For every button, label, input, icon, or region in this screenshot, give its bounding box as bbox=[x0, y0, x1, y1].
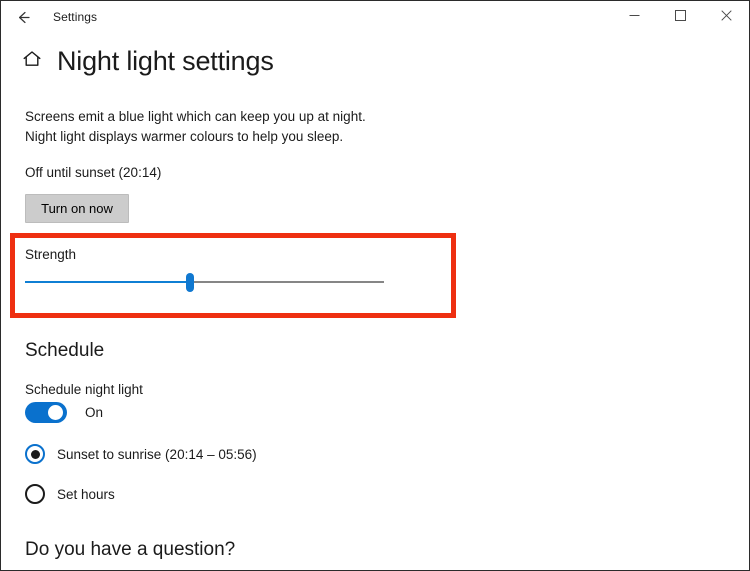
maximize-icon bbox=[674, 8, 686, 26]
minimize-icon bbox=[629, 8, 640, 26]
question-heading: Do you have a question? bbox=[25, 539, 236, 560]
night-light-description: Screens emit a blue light which can keep… bbox=[25, 109, 366, 144]
home-icon bbox=[21, 48, 43, 75]
schedule-night-light-label: Schedule night light bbox=[25, 382, 143, 397]
schedule-toggle-row: On bbox=[25, 402, 103, 423]
radio-label-set-hours: Set hours bbox=[57, 486, 115, 502]
radio-mark-unselected bbox=[25, 484, 45, 504]
window-controls bbox=[611, 1, 749, 33]
close-button[interactable] bbox=[703, 1, 749, 33]
back-arrow-icon bbox=[15, 9, 32, 26]
radio-mark-selected bbox=[25, 444, 45, 464]
slider-fill bbox=[25, 281, 191, 283]
slider-thumb[interactable] bbox=[186, 273, 195, 292]
page-title: Night light settings bbox=[57, 46, 274, 76]
radio-option-set-hours[interactable]: Set hours bbox=[25, 484, 115, 504]
toggle-knob bbox=[48, 405, 63, 420]
strength-label: Strength bbox=[25, 247, 77, 262]
back-button[interactable] bbox=[1, 2, 45, 32]
maximize-button[interactable] bbox=[657, 1, 703, 33]
turn-on-now-button[interactable]: Turn on now bbox=[25, 194, 129, 223]
schedule-heading: Schedule bbox=[25, 340, 105, 361]
minimize-button[interactable] bbox=[611, 1, 657, 33]
strength-slider[interactable] bbox=[25, 273, 384, 292]
page-header: Night light settings bbox=[19, 46, 274, 77]
night-light-status: Off until sunset (20:14) bbox=[25, 165, 162, 180]
radio-label-sunset-to-sunrise: Sunset to sunrise (20:14 – 05:56) bbox=[57, 446, 257, 462]
toggle-state-label: On bbox=[85, 405, 104, 420]
schedule-night-light-toggle[interactable] bbox=[25, 402, 67, 423]
title-bar: Settings bbox=[1, 1, 749, 33]
window-title: Settings bbox=[53, 10, 98, 24]
home-button[interactable] bbox=[19, 49, 45, 75]
settings-window: Settings Night light settings Screens em… bbox=[0, 0, 750, 571]
radio-option-sunset-to-sunrise[interactable]: Sunset to sunrise (20:14 – 05:56) bbox=[25, 444, 257, 464]
close-icon bbox=[720, 8, 732, 26]
